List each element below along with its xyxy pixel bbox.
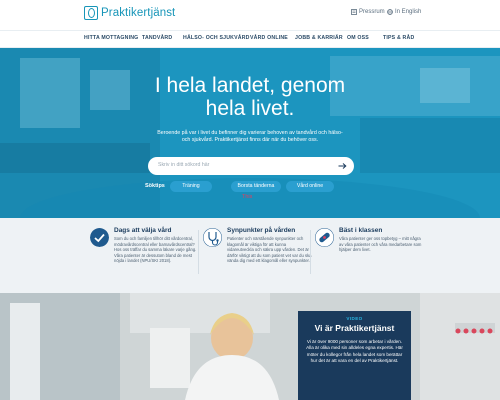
main-nav: HITTA MOTTAGNING TANDVÅRD HÄLSO- OCH SJU… — [0, 30, 500, 48]
feature-title: Dags att välja vård — [114, 227, 172, 234]
document-icon — [351, 9, 357, 15]
nav-item-about[interactable]: OM OSS — [347, 35, 369, 41]
feature-text: Som du och familjen tillhör ditt vårdcen… — [114, 236, 197, 264]
hero-title-line1: I hela landet, genom — [154, 74, 346, 97]
search-input[interactable]: Skriv in ditt sökord här — [158, 162, 209, 168]
quick-hint-text: This — [242, 194, 253, 200]
feature-title: Synpunkter på vården — [227, 227, 296, 234]
feature-text: Patienter och närstående synpunkter och … — [227, 236, 312, 264]
quick-links-label: Söktips — [145, 183, 165, 189]
nav-item-tips[interactable]: TIPS & RÅD — [383, 35, 414, 41]
search-box[interactable]: Skriv in ditt sökord här — [148, 157, 354, 175]
brand-name: Praktikertjänst — [101, 7, 176, 19]
quick-link-online-care[interactable]: Vård online — [286, 181, 334, 192]
checkmark-icon — [90, 228, 109, 247]
nav-item-health[interactable]: HÄLSO- OCH SJUKVÅRD — [183, 35, 250, 41]
top-bar: Praktikertjänst Pressrum In English — [0, 0, 500, 30]
feature-choose-care[interactable]: Dags att välja vård Som du och familjen … — [90, 226, 200, 282]
globe-icon — [387, 9, 393, 15]
feature-best-in-class[interactable]: Bäst i klassen Våra patienter ger oss to… — [315, 226, 425, 282]
quick-link-training[interactable]: Träning — [170, 181, 212, 192]
nav-item-find-clinic[interactable]: HITTA MOTTAGNING — [84, 35, 138, 41]
press-label: Pressrum — [359, 9, 385, 15]
hero-intro-line2: och sjukvård. Praktikertjänst finns där … — [181, 137, 319, 143]
language-label: In English — [395, 9, 422, 15]
feature-divider — [198, 230, 199, 274]
feature-divider — [310, 230, 311, 274]
stethoscope-icon — [203, 228, 222, 247]
arrow-right-icon[interactable] — [338, 162, 347, 170]
brand-logo[interactable]: Praktikertjänst — [84, 6, 175, 20]
feature-title: Bäst i klassen — [339, 227, 383, 234]
logo-icon — [84, 6, 98, 20]
language-link[interactable]: In English — [387, 9, 421, 15]
press-link[interactable]: Pressrum — [351, 9, 385, 15]
nav-item-jobs[interactable]: JOBB & KARRIÄR — [295, 35, 343, 41]
video-background-image — [0, 293, 500, 400]
hero-banner: I hela landet, genom hela livet. Beroend… — [0, 48, 500, 218]
nav-item-dental[interactable]: TANDVÅRD — [142, 35, 172, 41]
hero-title-line2: hela livet. — [205, 97, 295, 120]
bandage-icon — [315, 228, 334, 247]
video-tag: VIDEO — [346, 316, 363, 321]
video-text: Vi är över 9000 personer som arbetar i v… — [306, 339, 403, 363]
feature-feedback[interactable]: Synpunkter på vården Patienter och närst… — [203, 226, 313, 282]
feature-text: Våra patienter ger oss topbetyg – mitt n… — [339, 236, 422, 253]
video-title: Vi är Praktikertjänst — [314, 323, 395, 333]
nav-item-online[interactable]: VÅRD ONLINE — [250, 35, 288, 41]
quick-link-brush-teeth[interactable]: Borsta tänderna — [231, 181, 281, 192]
video-section[interactable] — [0, 293, 500, 400]
